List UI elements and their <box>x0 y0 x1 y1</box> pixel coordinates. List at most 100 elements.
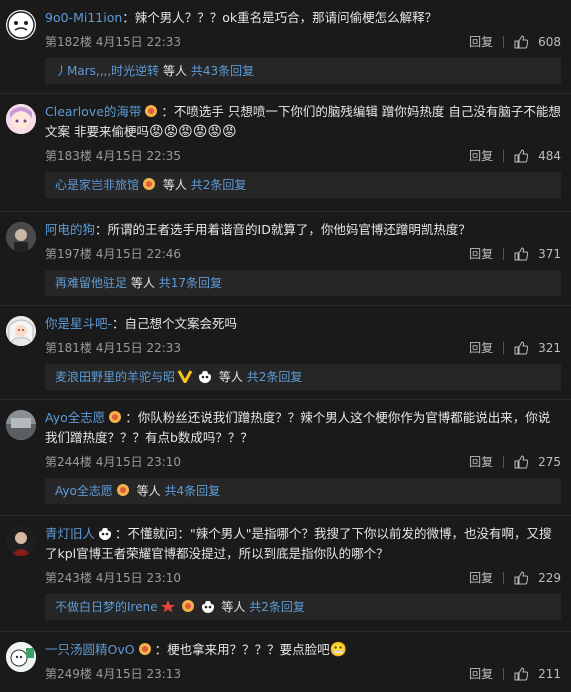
star-badge-icon <box>160 600 175 613</box>
reply-summary[interactable]: Ayo全志愿 等人 共4条回复 <box>45 478 561 504</box>
comment-item: Clearlove的海带 ：不喷选手 只想喷一下你们的脑残编辑 蹭你妈热度 自己没… <box>0 94 571 212</box>
comment-username[interactable]: Clearlove的海带 <box>45 104 141 119</box>
reply-count-link[interactable]: 共43条回复 <box>191 64 254 78</box>
comment-username[interactable]: 一只汤圆精OvO <box>45 642 135 657</box>
reply-mid: 等人 <box>162 64 187 78</box>
reply-summary[interactable]: 丿Mars,,,,时光逆转 等人 共43条回复 <box>45 58 561 84</box>
reply-summary[interactable]: 再难留他驻足 等人 共17条回复 <box>45 270 561 296</box>
floor-number: 第249楼 <box>45 667 92 681</box>
comment-username[interactable]: 青灯旧人 <box>45 526 95 541</box>
avatar-photo-icon <box>6 222 36 252</box>
thumbs-up-icon[interactable] <box>514 571 529 585</box>
comment-time: 4月15日 23:13 <box>95 667 182 681</box>
vip-badge-icon <box>116 484 129 496</box>
reply-button[interactable]: 回复 <box>469 452 493 472</box>
divider <box>503 456 505 468</box>
reply-button[interactable]: 回复 <box>469 338 493 358</box>
comment-meta: 第183楼 4月15日 22:35 回复 484 <box>45 146 561 166</box>
reply-username[interactable]: 麦浪田野里的羊驼与昭 <box>55 370 175 384</box>
comment-list: 9o0-Mi11ion：辣个男人？？？ok重名是巧合，那请问偷梗怎么解释？ 第1… <box>0 0 571 692</box>
avatar-face-icon <box>7 11 35 39</box>
reply-mid: 等人 <box>136 484 161 498</box>
comment-meta: 第182楼 4月15日 22:33 回复 608 <box>45 32 561 52</box>
thumbs-up-icon[interactable] <box>514 35 529 49</box>
reply-count-link[interactable]: 共2条回复 <box>247 370 303 384</box>
comment-username[interactable]: 阿电的狗 <box>45 222 95 237</box>
floor-number: 第197楼 <box>45 247 92 261</box>
divider <box>503 36 505 48</box>
comment-text: ：不懂就问："辣个男人"是指哪个？我搜了下你以前发的微博，也没有啊，又搜了kpl… <box>45 526 552 561</box>
comment-item: 9o0-Mi11ion：辣个男人？？？ok重名是巧合，那请问偷梗怎么解释？ 第1… <box>0 0 571 94</box>
reply-username[interactable]: 丿Mars,,,,时光逆转 <box>55 64 159 78</box>
comment-time: 4月15日 23:10 <box>95 455 182 469</box>
avatar[interactable] <box>6 410 36 440</box>
divider <box>503 248 505 260</box>
comment-meta: 第181楼 4月15日 22:33 回复 321 <box>45 338 561 358</box>
reply-button[interactable]: 回复 <box>469 146 493 166</box>
comment-item: 你是星斗吧-：自己想个文案会死吗 第181楼 4月15日 22:33 回复 32… <box>0 306 571 400</box>
avatar[interactable] <box>6 10 36 40</box>
comment-meta: 第249楼 4月15日 23:13 回复 211 <box>45 664 561 684</box>
comment-item: 阿电的狗：所谓的王者选手用着谐音的ID就算了，你他妈官博还蹭明凯热度？ 第197… <box>0 212 571 306</box>
divider <box>503 572 505 584</box>
thumbs-up-icon[interactable] <box>514 341 529 355</box>
reply-summary[interactable]: 不做白日梦的Irene 等人 共2条回复 <box>45 594 561 620</box>
avatar-anime-icon <box>6 316 36 346</box>
thumbs-up-icon[interactable] <box>514 667 529 681</box>
reply-mid: 等人 <box>162 178 187 192</box>
divider <box>503 342 505 354</box>
angry-emoji-icon: 😡😡😡😡😡😡 <box>148 124 237 140</box>
reply-button[interactable]: 回复 <box>469 568 493 588</box>
reply-mid: 等人 <box>218 370 243 384</box>
comment-time: 4月15日 22:35 <box>95 149 182 163</box>
reply-username[interactable]: 再难留他驻足 <box>55 276 127 290</box>
floor-number: 第181楼 <box>45 341 92 355</box>
reply-count-link[interactable]: 共2条回复 <box>249 600 305 614</box>
reply-count-link[interactable]: 共4条回复 <box>165 484 221 498</box>
reply-count-link[interactable]: 共2条回复 <box>191 178 247 192</box>
comment-text: ：自己想个文案会死吗 <box>112 316 238 331</box>
vip-badge-icon <box>109 411 122 423</box>
avatar[interactable] <box>6 222 36 252</box>
thumbs-up-icon[interactable] <box>514 149 529 163</box>
comment-username[interactable]: 9o0-Mi11ion <box>45 10 122 25</box>
avatar-cartoon-icon <box>6 642 36 672</box>
v-badge-icon <box>177 370 193 383</box>
avatar-photo-icon <box>6 410 36 440</box>
reply-button[interactable]: 回复 <box>469 32 493 52</box>
floor-number: 第244楼 <box>45 455 92 469</box>
comment-username[interactable]: 你是星斗吧- <box>45 316 112 331</box>
floor-number: 第243楼 <box>45 571 92 585</box>
comment-item: Ayo全志愿 ：你队粉丝还说我们蹭热度？？辣个男人这个梗你作为官博都能说出来，你说… <box>0 400 571 516</box>
reply-button[interactable]: 回复 <box>469 244 493 264</box>
reply-summary[interactable]: 心是家岂非旅馆 等人 共2条回复 <box>45 172 561 198</box>
floor-number: 第183楼 <box>45 149 92 163</box>
panda-icon <box>197 369 213 383</box>
reply-summary[interactable]: 麦浪田野里的羊驼与昭 等人 共2条回复 <box>45 364 561 390</box>
avatar[interactable] <box>6 526 36 556</box>
avatar[interactable] <box>6 316 36 346</box>
comment-time: 4月15日 22:33 <box>95 35 182 49</box>
comment-meta: 第243楼 4月15日 23:10 回复 229 <box>45 568 561 588</box>
comment-username[interactable]: Ayo全志愿 <box>45 410 105 425</box>
vip-badge-icon <box>181 600 194 612</box>
reply-username[interactable]: 心是家岂非旅馆 <box>55 178 139 192</box>
avatar[interactable] <box>6 104 36 134</box>
panda-icon <box>97 526 113 540</box>
avatar[interactable] <box>6 642 36 672</box>
like-count: 211 <box>538 667 561 681</box>
avatar-photo-icon <box>6 526 36 556</box>
reply-count-link[interactable]: 共17条回复 <box>159 276 222 290</box>
like-count: 229 <box>538 571 561 585</box>
thumbs-up-icon[interactable] <box>514 455 529 469</box>
comment-meta: 第197楼 4月15日 22:46 回复 371 <box>45 244 561 264</box>
reply-button[interactable]: 回复 <box>469 664 493 684</box>
like-count: 275 <box>538 455 561 469</box>
reply-mid: 等人 <box>130 276 155 290</box>
vip-badge-icon <box>138 643 151 655</box>
thumbs-up-icon[interactable] <box>514 247 529 261</box>
like-count: 371 <box>538 247 561 261</box>
reply-username[interactable]: Ayo全志愿 <box>55 484 113 498</box>
vip-badge-icon <box>143 178 156 190</box>
reply-username[interactable]: 不做白日梦的Irene <box>55 600 158 614</box>
